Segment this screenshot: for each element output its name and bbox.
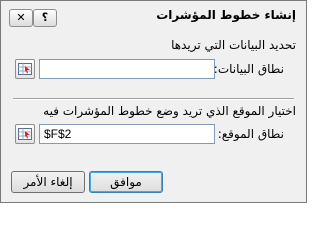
- location-section-heading: اختيار الموقع الذي تريد وضع خطوط المؤشرا…: [43, 104, 296, 118]
- location-range-input[interactable]: [39, 124, 215, 144]
- close-icon[interactable]: ✕: [9, 9, 33, 27]
- data-section-heading: تحديد البيانات التي تريدها: [171, 38, 296, 52]
- dialog-body: تحديد البيانات التي تريدها نطاق البيانات…: [3, 31, 304, 200]
- data-range-input[interactable]: [39, 59, 215, 79]
- help-icon[interactable]: ؟: [33, 9, 57, 27]
- location-range-collapse-button[interactable]: [15, 124, 35, 144]
- sparklines-dialog: إنشاء خطوط المؤشرات ؟ ✕ تحديد البيانات ا…: [0, 0, 307, 203]
- dialog-title: إنشاء خطوط المؤشرات: [156, 8, 296, 22]
- ok-button[interactable]: موافق: [89, 171, 163, 193]
- section-divider: [13, 98, 294, 100]
- range-select-icon: [18, 63, 32, 75]
- data-range-label: نطاق البيانات:: [213, 62, 284, 76]
- cancel-button[interactable]: إلغاء الأمر: [11, 171, 85, 193]
- data-range-collapse-button[interactable]: [15, 59, 35, 79]
- title-bar: إنشاء خطوط المؤشرات ؟ ✕: [1, 1, 306, 31]
- range-select-icon: [18, 128, 32, 140]
- location-range-label: نطاق الموقع:: [217, 127, 284, 141]
